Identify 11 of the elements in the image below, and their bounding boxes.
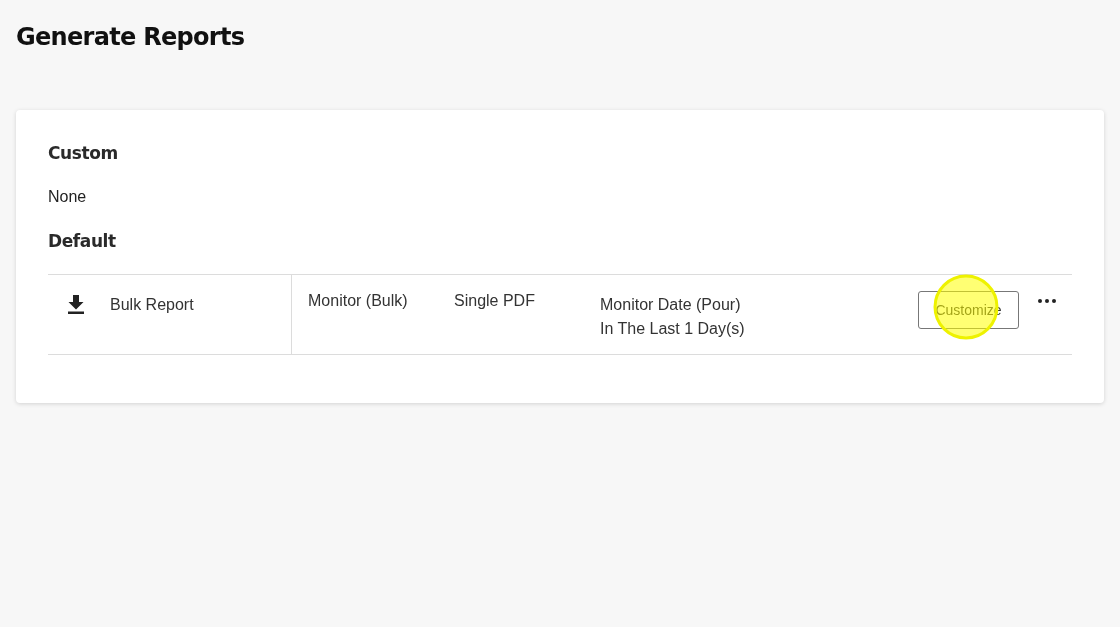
more-options-icon[interactable]	[1038, 299, 1056, 303]
page-title: Generate Reports	[16, 22, 245, 53]
section-heading: Default	[48, 230, 116, 253]
download-icon[interactable]	[67, 295, 85, 314]
date-filter-range: In The Last 1 Day(s)	[600, 319, 745, 339]
section-heading: Custom	[48, 142, 118, 165]
report-source: Monitor (Bulk)	[308, 292, 408, 309]
date-filter-field: Monitor Date (Pour)	[600, 293, 741, 317]
report-format: Single PDF	[454, 292, 535, 309]
empty-text: None	[48, 187, 87, 207]
report-name: Bulk Report	[110, 295, 194, 315]
